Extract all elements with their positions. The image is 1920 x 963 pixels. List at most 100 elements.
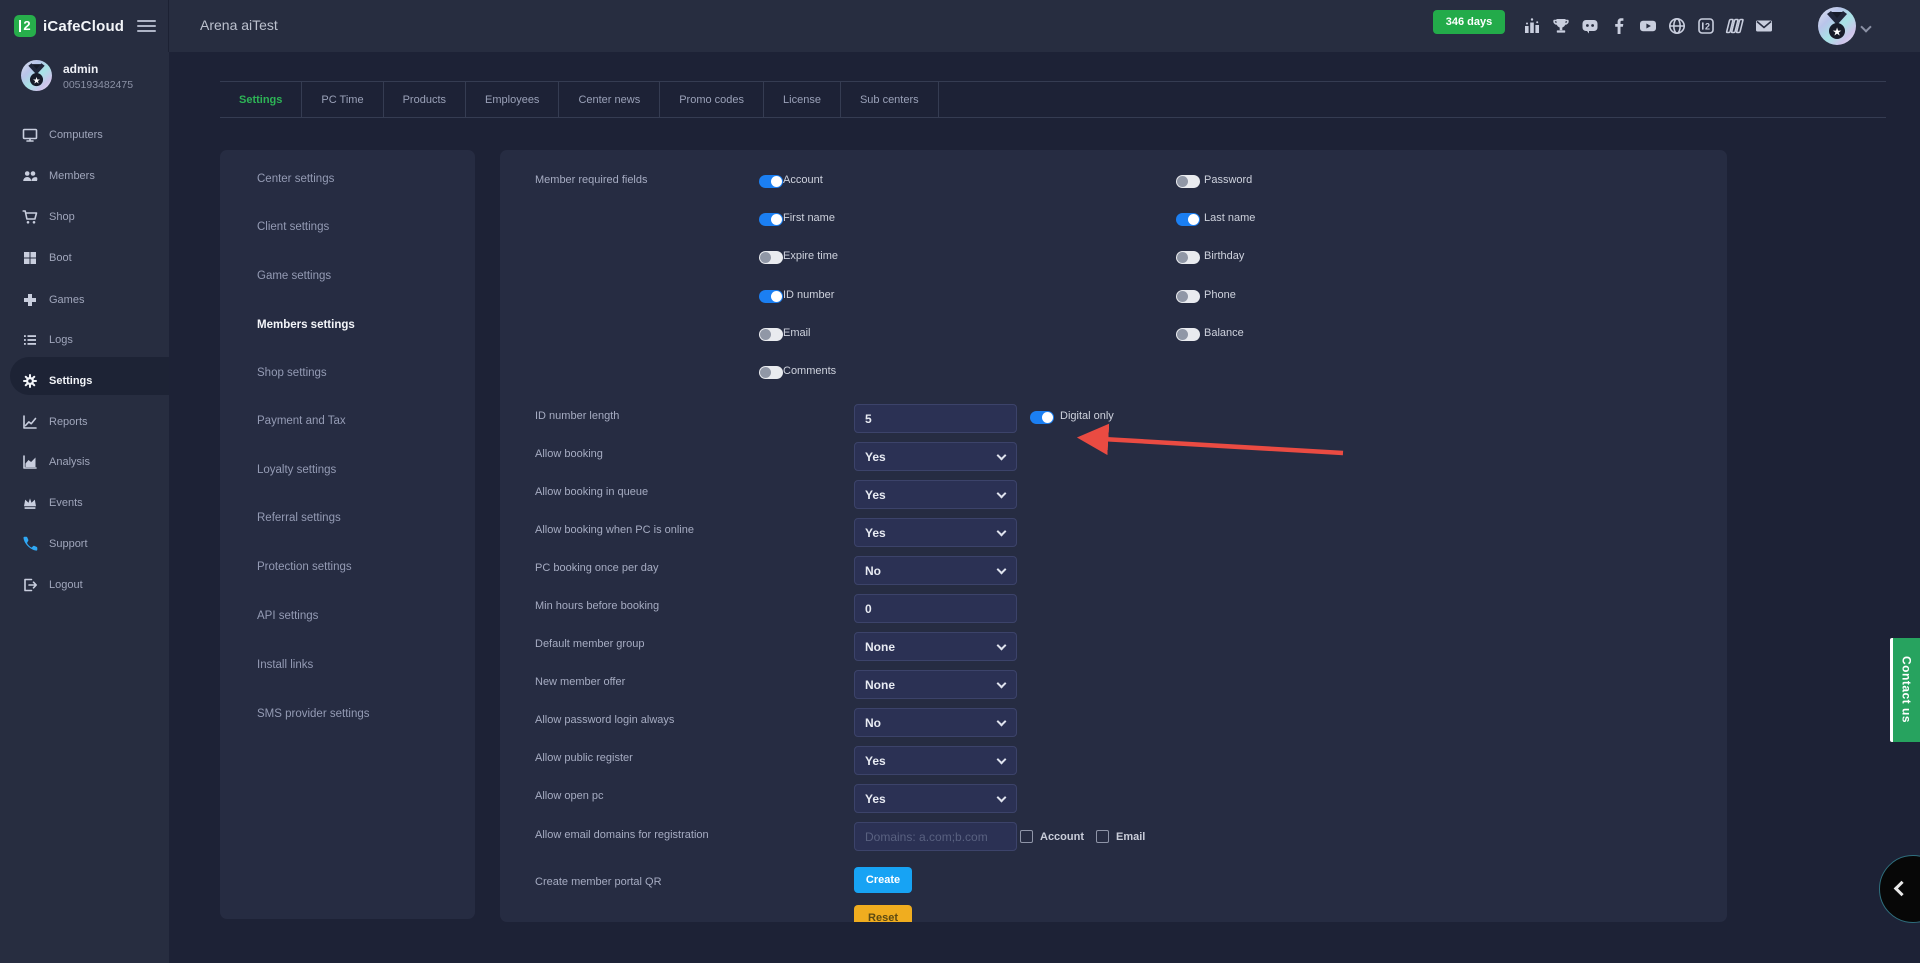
sidebar-item-label: Shop bbox=[49, 211, 75, 223]
toggle-label: Last name bbox=[1204, 212, 1255, 228]
tab-settings[interactable]: Settings bbox=[220, 82, 302, 117]
chevron-down-icon bbox=[997, 793, 1007, 803]
chevron-left-icon bbox=[1894, 881, 1910, 897]
toggle-account[interactable] bbox=[759, 175, 783, 188]
subnav-members-settings[interactable]: Members settings bbox=[257, 319, 355, 335]
sidebar-item-label: Logs bbox=[49, 334, 73, 346]
default-member-group-select[interactable]: None bbox=[854, 632, 1017, 661]
allow-password-login-always-select[interactable]: No bbox=[854, 708, 1017, 737]
create-qr-button[interactable]: Create bbox=[854, 867, 912, 893]
row-label: Min hours before booking bbox=[535, 600, 659, 616]
sidebar-item-settings[interactable]: Settings bbox=[0, 371, 169, 391]
toggle-first-name[interactable] bbox=[759, 213, 783, 226]
subnav-center-settings[interactable]: Center settings bbox=[257, 173, 334, 189]
icafecloud-mini-icon[interactable]: 2 bbox=[1696, 16, 1716, 36]
youtube-icon[interactable] bbox=[1638, 16, 1658, 36]
toggle-id-number[interactable] bbox=[759, 290, 783, 303]
tab-employees[interactable]: Employees bbox=[466, 82, 559, 117]
row-label: ID number length bbox=[535, 410, 619, 426]
discord-icon[interactable] bbox=[1580, 16, 1600, 36]
sidebar-item-logout[interactable]: Logout bbox=[0, 575, 169, 595]
tab-pc-time[interactable]: PC Time bbox=[302, 82, 383, 117]
allow-open-pc-select[interactable]: Yes bbox=[854, 784, 1017, 813]
avatar[interactable]: ★ bbox=[1818, 7, 1856, 45]
tab-products[interactable]: Products bbox=[384, 82, 466, 117]
tab-sub-centers[interactable]: Sub centers bbox=[841, 82, 939, 117]
row-label: Allow email domains for registration bbox=[535, 829, 709, 845]
toggle-comments[interactable] bbox=[759, 366, 783, 379]
id-number-length-input[interactable] bbox=[854, 404, 1017, 433]
sidebar-item-support[interactable]: Support bbox=[0, 534, 169, 554]
sidebar-avatar[interactable]: ★ bbox=[21, 60, 52, 91]
toggle-digital-only[interactable] bbox=[1030, 411, 1054, 424]
toggle-phone[interactable] bbox=[1176, 290, 1200, 303]
min-hours-before-booking-input[interactable] bbox=[854, 594, 1017, 623]
sidebar-item-computers[interactable]: Computers bbox=[0, 125, 169, 145]
toggle-expire-time[interactable] bbox=[759, 251, 783, 264]
subnav-loyalty-settings[interactable]: Loyalty settings bbox=[257, 464, 336, 480]
subnav-protection-settings[interactable]: Protection settings bbox=[257, 561, 352, 577]
tab-center-news[interactable]: Center news bbox=[559, 82, 660, 117]
sidebar-item-events[interactable]: Events bbox=[0, 493, 169, 513]
toggle-birthday[interactable] bbox=[1176, 251, 1200, 264]
sidebar-item-analysis[interactable]: Analysis bbox=[0, 452, 169, 472]
toggle-balance[interactable] bbox=[1176, 328, 1200, 341]
subnav-payment-and-tax[interactable]: Payment and Tax bbox=[257, 415, 346, 431]
license-days-badge[interactable]: 346 days bbox=[1433, 10, 1505, 34]
toggle-last-name[interactable] bbox=[1176, 213, 1200, 226]
subnav-api-settings[interactable]: API settings bbox=[257, 610, 318, 626]
subnav-referral-settings[interactable]: Referral settings bbox=[257, 512, 341, 528]
select-value: Yes bbox=[865, 526, 886, 540]
facebook-icon[interactable] bbox=[1609, 16, 1629, 36]
sidebar-item-label: Computers bbox=[49, 129, 103, 141]
row-label: Allow booking in queue bbox=[535, 486, 648, 502]
chevron-down-icon bbox=[997, 489, 1007, 499]
globe-icon[interactable] bbox=[1667, 16, 1687, 36]
subnav-client-settings[interactable]: Client settings bbox=[257, 221, 329, 237]
email-domains-input[interactable] bbox=[854, 822, 1017, 851]
tab-license[interactable]: License bbox=[764, 82, 841, 117]
row-label: Allow open pc bbox=[535, 790, 604, 806]
allow-booking-in-queue-select[interactable]: Yes bbox=[854, 480, 1017, 509]
subnav-game-settings[interactable]: Game settings bbox=[257, 270, 331, 286]
pc-booking-once-per-day-select[interactable]: No bbox=[854, 556, 1017, 585]
toggle-password[interactable] bbox=[1176, 175, 1200, 188]
ranking-icon[interactable] bbox=[1522, 16, 1542, 36]
reset-button[interactable]: Reset bbox=[854, 905, 912, 922]
section-label: Member required fields bbox=[535, 174, 648, 190]
contact-us-tab[interactable]: Contact us bbox=[1890, 638, 1920, 742]
subnav-install-links[interactable]: Install links bbox=[257, 659, 313, 675]
trophy-icon[interactable] bbox=[1551, 16, 1571, 36]
checkbox-label: Account bbox=[1040, 831, 1084, 845]
chevron-down-icon[interactable] bbox=[1860, 21, 1871, 32]
sidebar: ★ admin 005193482475 Computers Members S… bbox=[0, 52, 169, 963]
sidebar-item-boot[interactable]: Boot bbox=[0, 248, 169, 268]
mail-icon[interactable] bbox=[1754, 16, 1774, 36]
account-checkbox[interactable] bbox=[1020, 830, 1033, 843]
sidebar-item-shop[interactable]: Shop bbox=[0, 207, 169, 227]
sidebar-item-reports[interactable]: Reports bbox=[0, 412, 169, 432]
subnav-shop-settings[interactable]: Shop settings bbox=[257, 367, 327, 383]
chat-fab-button[interactable] bbox=[1879, 855, 1920, 923]
allow-booking-select[interactable]: Yes bbox=[854, 442, 1017, 471]
sidebar-item-games[interactable]: Games bbox=[0, 290, 169, 310]
sidebar-item-members[interactable]: Members bbox=[0, 166, 169, 186]
chevron-down-icon bbox=[997, 641, 1007, 651]
allow-public-register-select[interactable]: Yes bbox=[854, 746, 1017, 775]
sidebar-item-label: Support bbox=[49, 538, 88, 550]
hamburger-menu-icon[interactable] bbox=[137, 20, 156, 32]
select-value: Yes bbox=[865, 792, 886, 806]
subnav-sms-provider-settings[interactable]: SMS provider settings bbox=[257, 708, 370, 724]
toggle-label: Account bbox=[783, 174, 823, 190]
email-checkbox[interactable] bbox=[1096, 830, 1109, 843]
sidebar-item-logs[interactable]: Logs bbox=[0, 330, 169, 350]
new-member-offer-select[interactable]: None bbox=[854, 670, 1017, 699]
toggle-email[interactable] bbox=[759, 328, 783, 341]
row-label: New member offer bbox=[535, 676, 625, 692]
sidebar-item-label: Events bbox=[49, 497, 83, 509]
allow-booking-pc-online-select[interactable]: Yes bbox=[854, 518, 1017, 547]
copies-icon[interactable] bbox=[1725, 16, 1745, 36]
settings-tabstrip: Settings PC Time Products Employees Cent… bbox=[220, 81, 1886, 118]
user-id: 005193482475 bbox=[63, 79, 133, 91]
tab-promo-codes[interactable]: Promo codes bbox=[660, 82, 764, 117]
